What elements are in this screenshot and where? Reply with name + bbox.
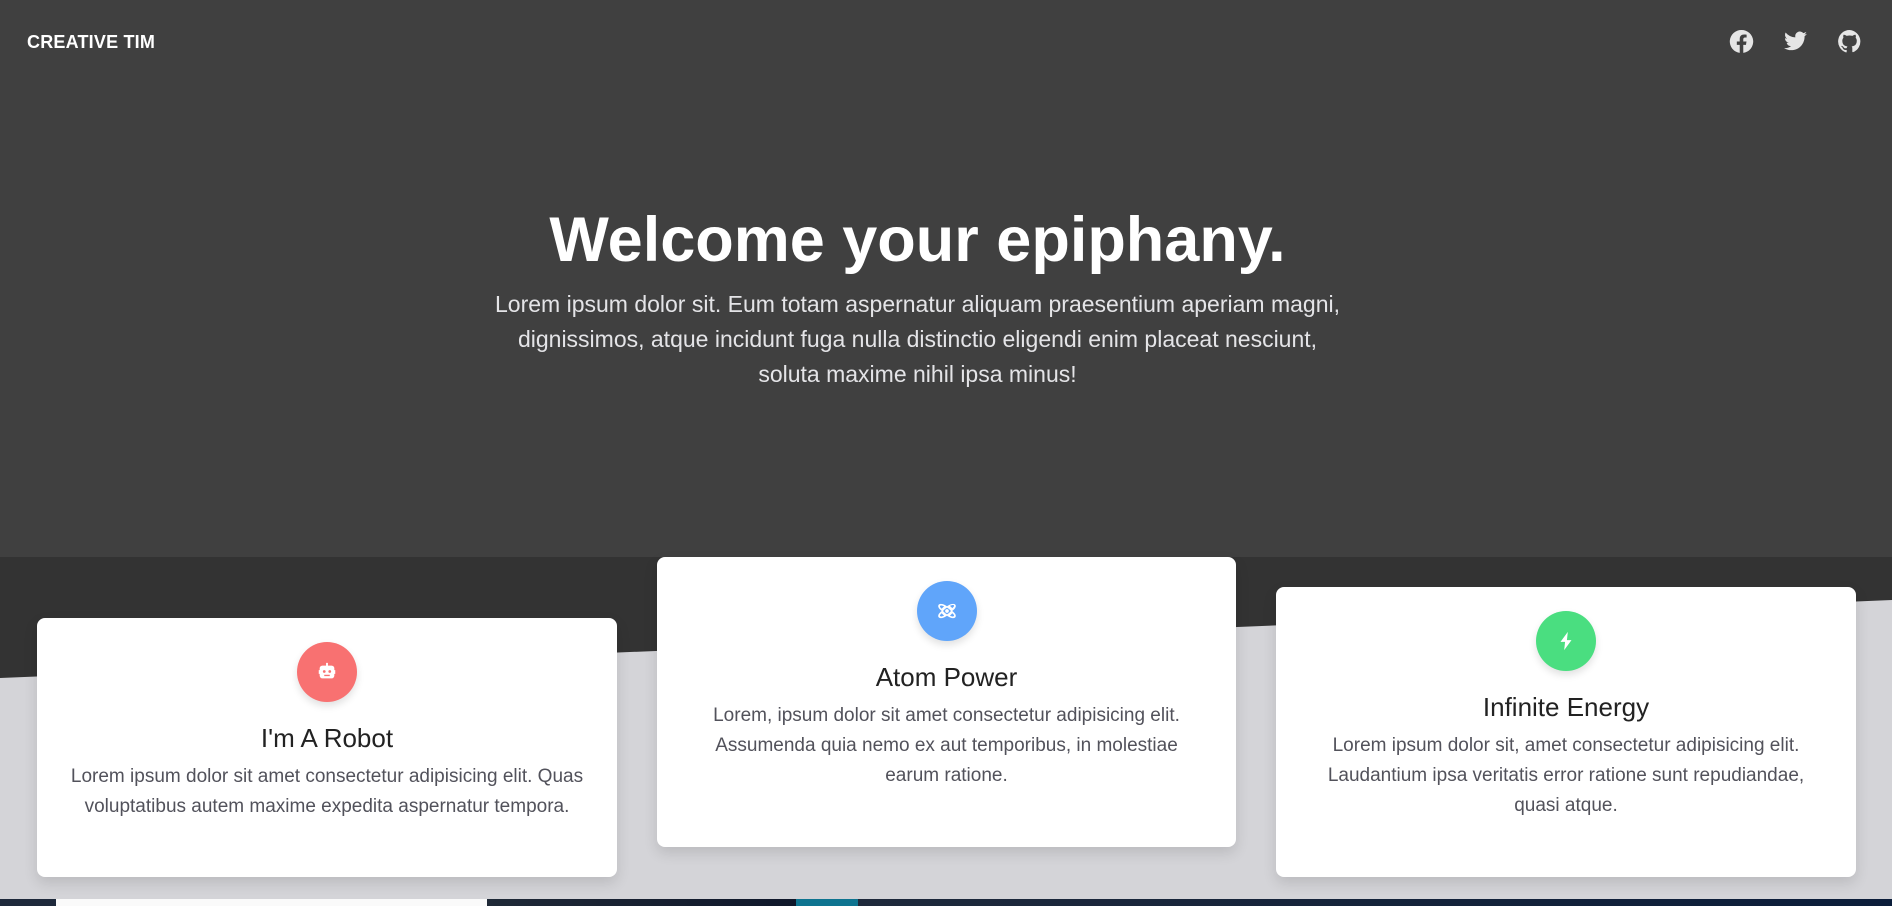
feature-card-robot: I'm A Robot Lorem ipsum dolor sit amet c…: [37, 618, 617, 877]
feature-description-line: Laudantium ipsa veritatis error ratione …: [1327, 765, 1805, 786]
facebook-icon: [1729, 29, 1753, 53]
robot-icon: [318, 662, 336, 679]
atom-icon: [937, 603, 956, 619]
atom-badge: [916, 581, 977, 641]
bolt-badge: [1536, 611, 1596, 671]
brand-logo[interactable]: CREATIVE TIM: [27, 32, 155, 53]
hero-title: Welcome your epiphany.: [549, 205, 1286, 275]
feature-description: Lorem ipsum dolor sit amet consectetur a…: [55, 762, 599, 822]
feature-description: Lorem ipsum dolor sit, amet consectetur …: [1294, 731, 1838, 821]
feature-card-atom: Atom Power Lorem, ipsum dolor sit amet c…: [657, 557, 1236, 847]
next-section-edge: [0, 899, 1892, 906]
hero-description: Lorem ipsum dolor sit. Eum totam asperna…: [0, 287, 1835, 392]
feature-description-line: Lorem ipsum dolor sit, amet consectetur …: [1332, 735, 1800, 756]
hero-description-line: Lorem ipsum dolor sit. Eum totam asperna…: [495, 291, 1340, 317]
feature-description-line: Lorem ipsum dolor sit amet consectetur a…: [70, 766, 584, 787]
bolt-icon: [1560, 631, 1572, 651]
github-link[interactable]: [1836, 28, 1862, 54]
feature-description-line: voluptatibus autem maxime expedita asper…: [84, 796, 570, 817]
facebook-link[interactable]: [1728, 28, 1754, 54]
feature-description-line: quasi atque.: [1514, 795, 1618, 816]
hero-description-line: dignissimos, atque incidunt fuga nulla d…: [517, 326, 1318, 352]
feature-description-line: Assumenda quia nemo ex aut temporibus, i…: [715, 735, 1178, 756]
feature-description-line: Lorem, ipsum dolor sit amet consectetur …: [713, 705, 1180, 726]
feature-card-energy: Infinite Energy Lorem ipsum dolor sit, a…: [1276, 587, 1856, 877]
feature-title: Atom Power: [875, 662, 1018, 692]
hero-description-line: soluta maxime nihil ipsa minus!: [758, 361, 1077, 387]
github-icon: [1837, 29, 1860, 52]
twitter-icon: [1783, 31, 1807, 50]
hero-section: CREATIVE TIM Welcome your epiphany. Lore…: [0, 0, 1892, 557]
social-links: [1728, 28, 1862, 54]
feature-title: I'm A Robot: [260, 723, 394, 753]
robot-badge: [297, 642, 357, 702]
feature-description-line: earum ratione.: [885, 765, 1008, 786]
twitter-link[interactable]: [1782, 28, 1808, 54]
feature-title: Infinite Energy: [1482, 692, 1650, 722]
feature-description: Lorem, ipsum dolor sit amet consectetur …: [675, 701, 1218, 791]
